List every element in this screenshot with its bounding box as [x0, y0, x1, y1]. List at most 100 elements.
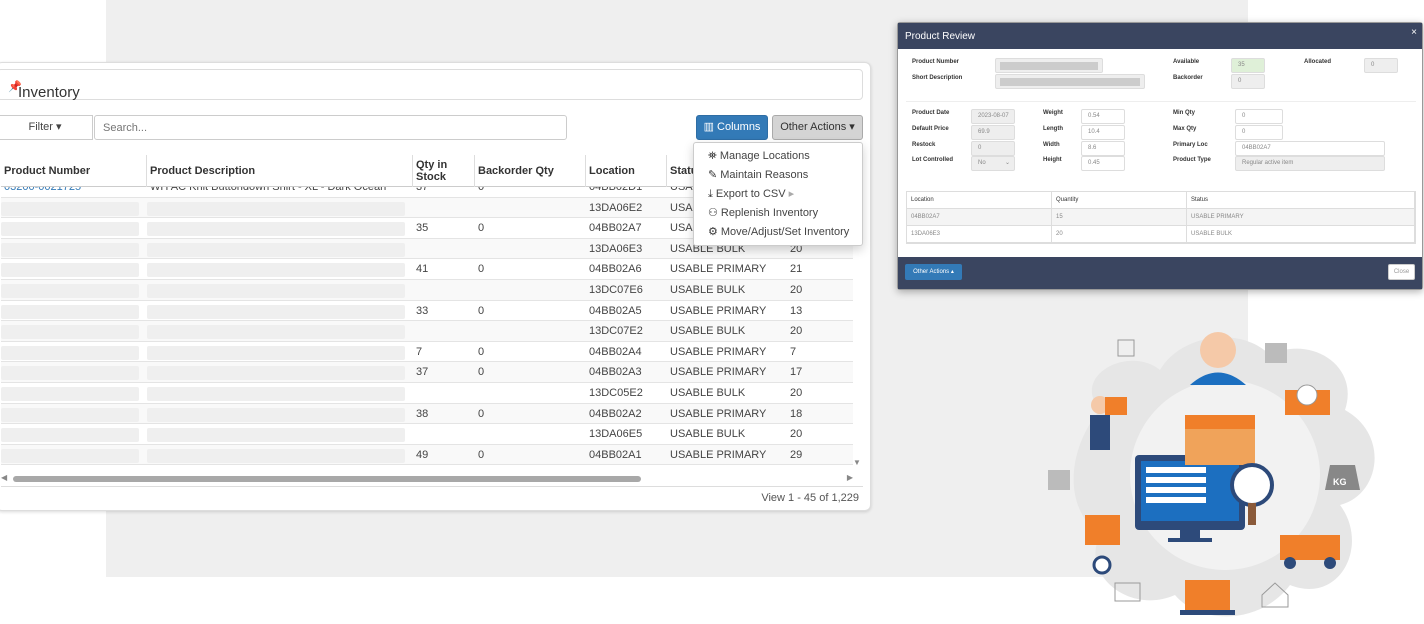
col-product-description[interactable]: Product Description: [147, 155, 413, 187]
loc-qty: 17: [790, 366, 803, 379]
location: 04BB02A4: [589, 345, 642, 358]
menu-item-move-adjust-set-inventory[interactable]: ⚙ Move/Adjust/Set Inventory: [694, 223, 862, 242]
location-table: Location Quantity Status 04BB02A7 15 USABLE P…: [906, 191, 1416, 244]
qty: 33: [416, 304, 429, 317]
table-row[interactable]: 37 0 04BB02A3 USABLE PRIMARY 17: [1, 362, 853, 383]
location-table-col: Status: [1187, 192, 1415, 208]
location-table-cell: USABLE BULK: [1187, 226, 1415, 242]
col-backorder-qty[interactable]: Backorder Qty: [475, 155, 586, 187]
redacted-placeholder: [1, 428, 139, 443]
location: 13DC07E6: [589, 284, 643, 296]
table-row[interactable]: 38 0 04BB02A2 USABLE PRIMARY 18: [1, 403, 853, 425]
scrollbar-thumb[interactable]: [13, 476, 641, 482]
redacted-placeholder: [147, 428, 405, 443]
modal-close-button[interactable]: Close: [1388, 264, 1415, 280]
redacted-placeholder: [1, 304, 139, 319]
filter-button[interactable]: Filter ▾: [0, 115, 93, 140]
redacted-placeholder: [147, 284, 405, 298]
redacted-placeholder: [1, 242, 139, 257]
menu-item-export-to-csv[interactable]: ⤓ Export to CSV ▸: [694, 185, 862, 204]
location-table-header: Location Quantity Status: [907, 192, 1415, 209]
redacted-placeholder: [1, 366, 139, 381]
length-field[interactable]: 10.4: [1081, 125, 1125, 140]
backorder: 0: [478, 366, 485, 379]
qty: 49: [416, 448, 429, 461]
table-row[interactable]: 13DA06E5 USABLE BULK 20: [1, 424, 853, 445]
menu-item-replenish-inventory[interactable]: ⚇ Replenish Inventory: [694, 204, 862, 223]
primary-loc-field[interactable]: 04BB02A7: [1235, 141, 1385, 156]
table-row[interactable]: 33 0 04BB02A5 USABLE PRIMARY 13: [1, 301, 853, 322]
table-row[interactable]: 13DC07E2 USABLE BULK 20: [1, 321, 853, 342]
status: USABLE BULK: [670, 387, 746, 399]
location: 13DA06E3: [589, 242, 643, 255]
qty: 37: [416, 366, 429, 379]
min-qty-field[interactable]: 0: [1235, 109, 1283, 124]
forklift-icon: [1280, 535, 1340, 560]
page-title: Inventory: [18, 84, 80, 101]
table-row[interactable]: 49 0 04BB02A1 USABLE PRIMARY 29: [1, 444, 853, 466]
redacted-placeholder: [1, 345, 139, 360]
table-row[interactable]: 41 0 04BB02A6 USABLE PRIMARY 21: [1, 259, 853, 280]
caret-right-icon: ▸: [788, 188, 795, 200]
menu-item-label: Manage Locations: [719, 150, 810, 162]
columns-button[interactable]: ▥ Columns: [696, 115, 768, 140]
loc-qty: 21: [790, 263, 803, 276]
search-input[interactable]: [94, 115, 567, 140]
col-location[interactable]: Location: [586, 155, 667, 187]
location: 04BB02A3: [589, 366, 642, 379]
chevron-down-icon: ⌄: [1004, 160, 1010, 166]
close-icon[interactable]: ×: [1411, 27, 1417, 38]
columns-label: Columns: [717, 121, 761, 133]
product-review-modal: Product Review × Product Number Short De…: [897, 22, 1423, 290]
redacted-placeholder: [147, 242, 405, 257]
status: USABLE BULK: [670, 325, 746, 338]
gears-icon: ⚙: [708, 226, 718, 238]
pallet-icon: [1185, 580, 1230, 610]
weight-field[interactable]: 0.54: [1081, 109, 1125, 124]
location: 04BB02A6: [589, 263, 642, 276]
qty: 7: [416, 345, 423, 358]
redacted-placeholder: [147, 304, 405, 319]
height-field[interactable]: 0.45: [1081, 156, 1125, 171]
redacted-placeholder: [1, 387, 139, 401]
backorder: 0: [478, 407, 485, 420]
product-type-field: Regular active item: [1235, 156, 1385, 171]
location: 13DC05E2: [589, 387, 643, 399]
redacted-placeholder: [147, 366, 405, 381]
product-number-field: [995, 58, 1103, 73]
loc-qty: 20: [790, 428, 803, 441]
location-table-col: Location: [907, 192, 1052, 208]
loc-qty: 20: [790, 387, 803, 399]
magnifier-icon: [1230, 463, 1274, 507]
other-actions-button[interactable]: Other Actions ▾: [772, 115, 863, 140]
allocated-field: 0: [1364, 58, 1398, 73]
map-marker-icon: ⛯: [708, 150, 717, 162]
col-product-number[interactable]: Product Number: [1, 155, 147, 187]
location-table-row[interactable]: 04BB02A7 15 USABLE PRIMARY: [907, 209, 1415, 226]
other-actions-label: Other Actions: [780, 121, 847, 133]
backorder: 0: [478, 222, 485, 235]
location-table-row[interactable]: 13DA06E3 20 USABLE BULK: [907, 226, 1415, 243]
label-product-number: Product Number: [912, 59, 960, 65]
table-row[interactable]: 7 0 04BB02A4 USABLE PRIMARY 7: [1, 342, 853, 363]
redacted-placeholder: [147, 345, 405, 360]
menu-item-manage-locations[interactable]: ⛯ Manage Locations: [694, 147, 862, 166]
table-row[interactable]: 13DC07E6 USABLE BULK 20: [1, 280, 853, 301]
col-qty-in-stock[interactable]: Qty in Stock: [413, 155, 475, 187]
menu-item-label: Replenish Inventory: [720, 207, 819, 219]
horizontal-scrollbar[interactable]: ◀ ▶: [1, 473, 853, 485]
redacted-placeholder: [147, 222, 405, 237]
max-qty-field[interactable]: 0: [1235, 125, 1283, 140]
lot-controlled-select[interactable]: No ⌄: [971, 156, 1015, 171]
filter-label: Filter: [28, 121, 53, 133]
table-row[interactable]: 13DC05E2 USABLE BULK 20: [1, 383, 853, 404]
menu-item-maintain-reasons[interactable]: ✎ Maintain Reasons: [694, 166, 862, 185]
status: USABLE PRIMARY: [670, 407, 767, 420]
menu-item-label: Export to CSV: [715, 188, 786, 200]
backorder-field: 0: [1231, 74, 1265, 89]
width-field[interactable]: 8.6: [1081, 141, 1125, 156]
menu-item-label: Move/Adjust/Set Inventory: [720, 226, 850, 238]
modal-other-actions-button[interactable]: Other Actions ▴: [905, 264, 962, 280]
status: USABLE PRIMARY: [670, 345, 767, 358]
location: 04BB02A1: [589, 448, 642, 461]
